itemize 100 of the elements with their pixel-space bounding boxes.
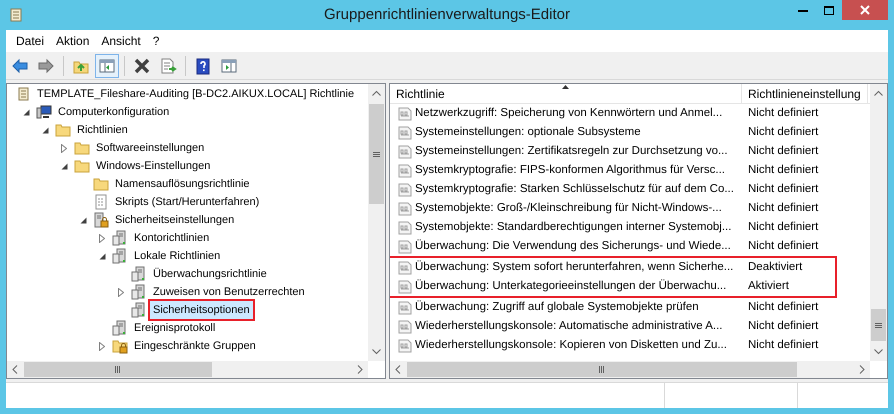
script-icon — [93, 194, 109, 210]
policy-icon — [398, 260, 412, 274]
close-icon — [860, 5, 870, 15]
collapse-arrow-icon[interactable] — [60, 162, 68, 170]
expand-arrow-icon[interactable] — [99, 342, 105, 350]
column-header[interactable]: Richtlinieneinstellung — [742, 84, 868, 103]
scroll-up-icon[interactable] — [874, 90, 883, 96]
window-title: Gruppenrichtlinienverwaltungs-Editor — [324, 4, 570, 25]
server-icon — [131, 302, 147, 318]
tree-item[interactable]: Lokale Richtlinien — [131, 247, 224, 265]
policy-name: Überwachung: Die Verwendung des Sicherungs- und Wiede... — [415, 238, 731, 254]
sort-arrow-icon — [562, 85, 569, 89]
scrollbar-thumb[interactable] — [369, 104, 384, 204]
policy-icon — [398, 320, 412, 334]
policy-setting: Nicht definiert — [747, 144, 818, 159]
column-header[interactable]: Richtlinie — [390, 84, 742, 103]
expand-arrow-icon[interactable] — [61, 144, 67, 152]
scroll-down-icon[interactable] — [874, 349, 883, 355]
maximize-icon — [824, 6, 834, 14]
action-pane-icon — [220, 56, 238, 74]
tree-item[interactable]: Richtlinien — [74, 121, 131, 139]
policy-name: Systemkryptografie: FIPS-konformen Algorithmus für Versc... — [415, 162, 725, 178]
vertical-scrollbar[interactable] — [870, 84, 887, 361]
policy-icon — [398, 182, 412, 196]
export-list-icon — [159, 56, 177, 74]
collapse-arrow-icon[interactable] — [42, 126, 48, 134]
scrollbar-thumb[interactable] — [871, 309, 886, 341]
folder-icon — [74, 158, 90, 174]
policy-name: Wiederherstellungskonsole: Kopieren von Disketten und Zu... — [415, 338, 727, 353]
policy-setting: Nicht definiert — [747, 124, 818, 140]
policy-name: Überwachung: Zugriff auf globale Systemobjekte prüfen — [415, 299, 699, 315]
policy-setting: Nicht definiert — [747, 300, 818, 315]
back-arrow-icon — [11, 56, 29, 74]
policy-name: Systemobjekte: Groß-/Kleinschreibung für Nicht-Windows-... — [415, 200, 722, 216]
policy-setting: Nicht definiert — [747, 162, 818, 178]
menu-item[interactable]: Aktion — [50, 30, 96, 52]
expand-arrow-icon[interactable] — [99, 234, 105, 242]
policy-icon — [398, 126, 412, 140]
console-tree-icon — [98, 56, 116, 74]
folder-icon — [55, 122, 71, 138]
scroll-down-icon[interactable] — [372, 349, 381, 355]
policy-icon — [398, 202, 412, 216]
server-icon — [112, 230, 128, 246]
tree-item[interactable]: Sicherheitseinstellungen — [112, 211, 238, 229]
policy-name: Netzwerkzugriff: Speicherung von Kennwörtern und Anmel... — [415, 106, 722, 121]
tree-item[interactable]: Überwachungsrichtlinie — [150, 265, 270, 283]
vertical-scrollbar[interactable] — [368, 84, 385, 361]
tree-item[interactable]: TEMPLATE_Fileshare-Auditing [B-DC2.AIKUX.LOCAL] Richtlinie — [34, 85, 358, 103]
tree-item[interactable]: Namensauflösungsrichtlinie — [112, 175, 253, 193]
collapse-arrow-icon[interactable] — [98, 252, 106, 260]
server-icon — [112, 320, 128, 336]
menu-item[interactable]: Ansicht — [95, 30, 147, 52]
policy-icon — [398, 300, 412, 314]
policy-name: Systemkryptografie: Starken Schlüsselschutz für auf dem Co... — [415, 182, 734, 197]
policy-name: Systemeinstellungen: Zertifikatsregeln zur Durchsetzung vo... — [415, 144, 728, 159]
scrollbar-thumb[interactable] — [407, 362, 797, 377]
grip-icon — [373, 152, 380, 156]
forward-arrow-icon — [37, 56, 55, 74]
policy-setting: Nicht definiert — [747, 200, 818, 216]
help-icon — [194, 56, 212, 74]
tree-item[interactable]: Zuweisen von Benutzerrechten — [150, 283, 308, 301]
grip-icon — [114, 366, 122, 373]
policy-setting: Deaktiviert — [747, 260, 802, 275]
tree-item[interactable]: Computerkonfiguration — [55, 103, 172, 121]
policy-icon — [398, 220, 412, 234]
computer-icon — [36, 104, 52, 120]
scroll-up-icon[interactable] — [372, 90, 381, 96]
tree-item[interactable]: Sicherheitsoptionen — [150, 301, 253, 319]
toolbar-button[interactable] — [95, 54, 119, 78]
server-icon — [131, 284, 147, 300]
tree-item[interactable]: Eingeschränkte Gruppen — [131, 337, 259, 355]
minimize-icon — [798, 8, 808, 12]
policy-setting: Nicht definiert — [747, 182, 818, 197]
tree-item[interactable]: Softwareeinstellungen — [93, 139, 208, 157]
policy-name: Systemobjekte: Standardberechtigungen interner Systemobj... — [415, 220, 732, 235]
menu-item[interactable]: Datei — [10, 30, 50, 52]
tree-item[interactable]: Ereignisprotokoll — [131, 319, 218, 337]
close-button[interactable] — [842, 0, 888, 20]
tree-item[interactable]: Skripts (Start/Herunterfahren) — [112, 193, 262, 211]
scrollbar-thumb[interactable] — [24, 362, 212, 377]
delete-icon — [133, 56, 151, 74]
server-icon — [131, 266, 147, 282]
tree-item[interactable]: Windows-Einstellungen — [93, 157, 214, 175]
policy-setting: Nicht definiert — [747, 338, 818, 353]
policy-icon — [398, 164, 412, 178]
policy-icon — [398, 106, 412, 120]
collapse-arrow-icon[interactable] — [22, 108, 30, 116]
folder-icon — [93, 176, 109, 192]
policy-setting: Aktiviert — [747, 278, 789, 294]
policy-name: Wiederherstellungskonsole: Automatische administrative A... — [415, 318, 722, 334]
policy-setting: Nicht definiert — [747, 238, 818, 254]
app-icon[interactable] — [8, 7, 24, 23]
grip-icon — [598, 366, 606, 373]
menu-item[interactable]: ? — [146, 30, 166, 52]
tree-item[interactable]: Kontorichtlinien — [131, 229, 212, 247]
folder-icon — [74, 140, 90, 156]
policy-setting: Nicht definiert — [747, 220, 818, 235]
expand-arrow-icon[interactable] — [118, 288, 124, 296]
policy-name: Überwachung: System sofort herunterfahren, wenn Sicherhe... — [415, 259, 734, 275]
collapse-arrow-icon[interactable] — [80, 216, 86, 224]
